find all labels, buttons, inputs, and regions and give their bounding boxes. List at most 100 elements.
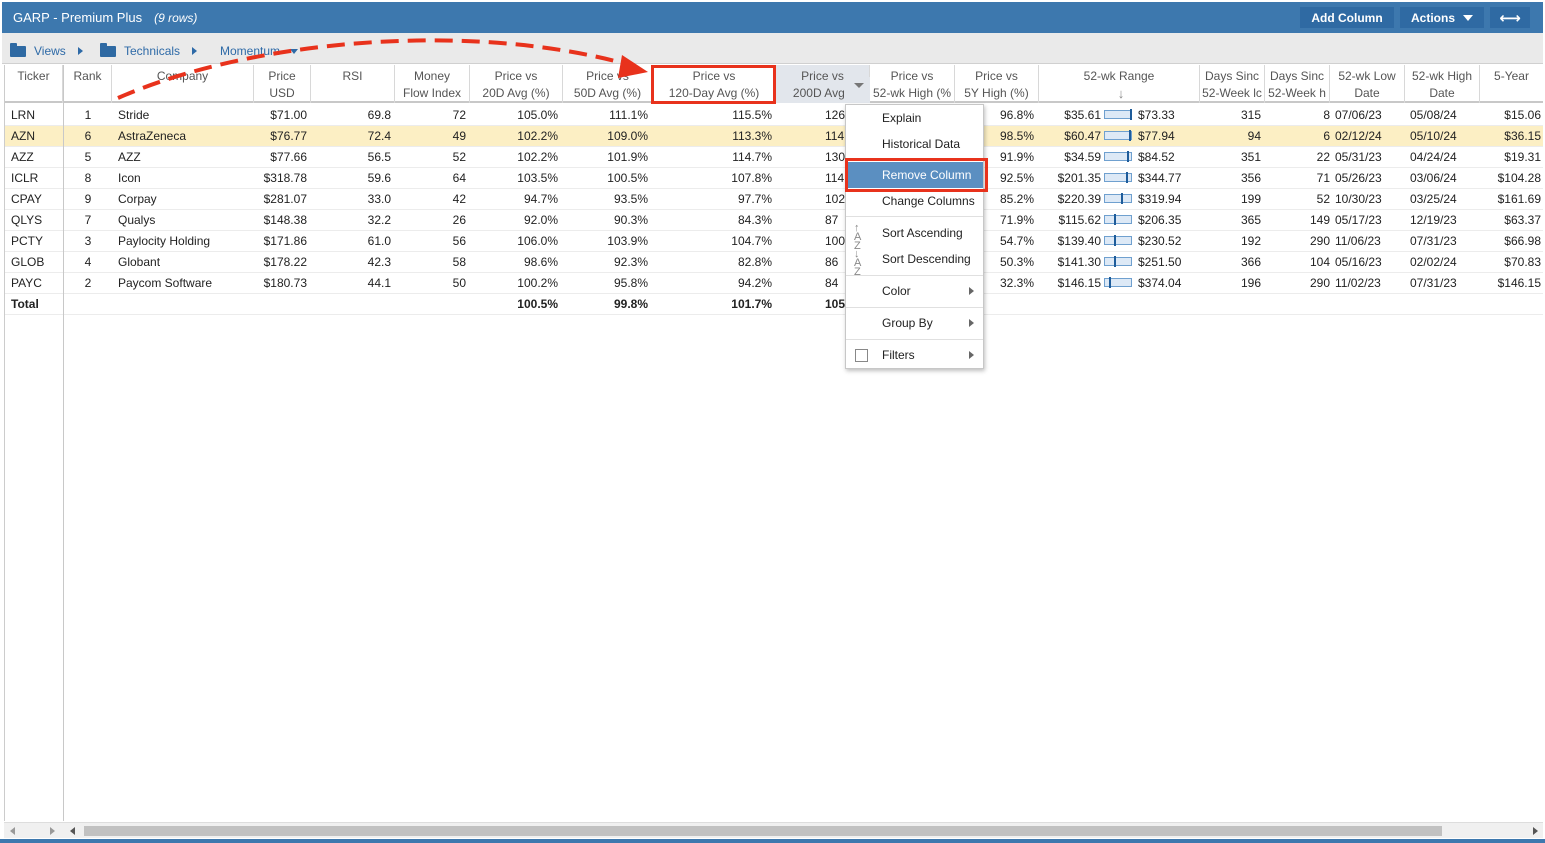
column-header[interactable]: Price vs 52-wk High (% (870, 65, 955, 103)
column-header[interactable]: Days Sinc 52-Week h (1265, 65, 1330, 103)
menu-item-color[interactable]: Color (846, 278, 983, 304)
cell-company: Paylocity Holding (118, 234, 211, 248)
cell-days-low: 94 (1247, 129, 1261, 143)
table-row[interactable]: AZN 6 AstraZeneca $76.77 72.4 49 102.2% 109.0% 1… (5, 126, 1543, 147)
cell-rsi: 69.8 (367, 108, 391, 122)
data-grid: Ticker Rank Company Price USD RSI Money Flow In… (4, 65, 1543, 821)
cell-days-high: 290 (1309, 276, 1330, 290)
column-header[interactable]: Company (112, 65, 254, 103)
menu-item-sort-ascending[interactable]: ↑ A Z Sort Ascending (846, 220, 983, 252)
cell-rank: 7 (84, 213, 92, 227)
cell-p50: 109.0% (607, 129, 648, 143)
menu-item-sort-descending[interactable]: ↓ A Z Sort Descending (846, 246, 983, 278)
column-header[interactable]: Price vs 120-Day Avg (%) (653, 65, 776, 103)
scroll-left-icon[interactable] (70, 827, 75, 835)
cell-rsi: 33.0 (367, 192, 391, 206)
scrollbar-thumb[interactable] (84, 826, 1442, 836)
cell-mfi: 50 (452, 276, 466, 290)
breadcrumb-views[interactable]: Views (10, 42, 83, 58)
cell-high-date: 05/10/24 (1410, 129, 1457, 143)
range-bar (1104, 130, 1132, 141)
menu-item-remove-column[interactable]: Remove Column (846, 162, 983, 188)
range-marker (1127, 151, 1129, 162)
column-header[interactable]: Days Sinc 52-Week lc (1200, 65, 1265, 103)
scroll-right-icon[interactable] (1533, 827, 1538, 835)
breadcrumb-technicals-label: Technicals (124, 44, 181, 58)
cell-price: $71.00 (270, 108, 307, 122)
cell-high-date: 04/24/24 (1410, 150, 1457, 164)
column-header[interactable]: Price USD (254, 65, 311, 103)
cell-days-low: 199 (1240, 192, 1261, 206)
menu-item-filters-label: Filters (882, 348, 915, 362)
column-header[interactable]: 52-wk Low Date (1330, 65, 1405, 103)
add-column-button[interactable]: Add Column (1300, 7, 1394, 28)
cell-company: Qualys (118, 213, 156, 227)
cell-days-high: 290 (1309, 234, 1330, 248)
column-header[interactable]: Price vs 5Y High (%) (955, 65, 1039, 103)
cell-rsi: 59.6 (367, 171, 391, 185)
menu-item-historical-data[interactable]: Historical Data (846, 131, 983, 157)
cell-ticker: AZN (11, 129, 35, 143)
cell-rsi: 56.5 (367, 150, 391, 164)
column-header-sublabel: Date (1354, 86, 1380, 100)
sort-descending-icon: ↓ A Z (854, 248, 862, 278)
cell-ticker: PCTY (11, 234, 44, 248)
table-row[interactable]: GLOB 4 Globant $178.22 42.3 58 98.6% 92.3% 82.8%… (5, 252, 1543, 273)
column-header[interactable]: 52-wk High Date (1405, 65, 1480, 103)
menu-separator (846, 339, 983, 340)
menu-item-group-by[interactable]: Group By (846, 310, 983, 336)
column-header[interactable]: RSI (311, 65, 395, 103)
breadcrumb: Views Technicals Momentum (2, 33, 1543, 64)
cell-total-p120: 101.7% (731, 297, 772, 311)
column-header[interactable]: Price vs 20D Avg (%) (470, 65, 563, 103)
table-row[interactable]: QLYS 7 Qualys $148.38 32.2 26 92.0% 90.3% 84.3% 8… (5, 210, 1543, 231)
expand-horizontal-icon[interactable]: ⟷ (1490, 7, 1530, 28)
menu-item-explain[interactable]: Explain (846, 105, 983, 131)
cell-company: AZZ (118, 150, 141, 164)
column-header[interactable]: Rank (64, 65, 112, 103)
range-bar (1104, 214, 1132, 225)
actions-button[interactable]: Actions (1400, 7, 1484, 28)
table-total-row: Total 100.5% 99.8% 101.7% 105 (5, 294, 1543, 315)
cell-p50: 92.3% (613, 255, 648, 269)
column-header-label: Price vs (494, 69, 538, 83)
range-bar (1104, 172, 1132, 183)
scroll-left-icon[interactable] (10, 827, 15, 835)
table-row[interactable]: LRN 1 Stride $71.00 69.8 72 105.0% 111.1% 115.5%… (5, 105, 1543, 126)
table-row[interactable]: ICLR 8 Icon $318.78 59.6 64 103.5% 100.5% 107.8%… (5, 168, 1543, 189)
table-row[interactable]: PAYC 2 Paycom Software $180.73 44.1 50 100.2% 9… (5, 273, 1543, 294)
cell-five-year: $36.15 (1504, 129, 1541, 143)
range-bar (1104, 109, 1132, 120)
scroll-right-icon[interactable] (50, 827, 55, 835)
column-header-label: Money (413, 69, 451, 83)
column-header[interactable]: Money Flow Index (395, 65, 470, 103)
menu-item-change-columns[interactable]: Change Columns (846, 188, 983, 214)
breadcrumb-technicals[interactable]: Technicals (100, 42, 198, 58)
column-header-sublabel: 120-Day Avg (%) (668, 86, 760, 100)
cell-low-date: 10/30/23 (1335, 192, 1382, 206)
column-header-label: Price (268, 69, 296, 83)
column-header-label: Price vs (692, 69, 736, 83)
chevron-down-icon (854, 83, 864, 88)
window-bottom-border (0, 839, 1545, 843)
column-header-label: 52-wk High (1411, 69, 1473, 83)
row-count: (9 rows) (154, 10, 198, 25)
cell-price: $77.66 (270, 150, 307, 164)
cell-company: Corpay (118, 192, 157, 206)
menu-item-filters[interactable]: Filters (846, 342, 983, 368)
column-header-label: Days Sinc (1204, 69, 1260, 83)
table-row[interactable]: AZZ 5 AZZ $77.66 56.5 52 102.2% 101.9% 114.7% 130… (5, 147, 1543, 168)
column-header[interactable]: 52-wk Range ↓ (1039, 65, 1200, 103)
table-row[interactable]: CPAY 9 Corpay $281.07 33.0 42 94.7% 93.5% 97.7% 1… (5, 189, 1543, 210)
column-header[interactable]: 5-Year (1480, 65, 1543, 103)
cell-p50: 111.1% (609, 108, 648, 122)
column-header[interactable]: Price vs 50D Avg (%) (563, 65, 653, 103)
horizontal-scrollbar[interactable] (4, 822, 1543, 838)
table-row[interactable]: PCTY 3 Paylocity Holding $171.86 61.0 56 106.0… (5, 231, 1543, 252)
column-menu-dropdown[interactable] (848, 77, 870, 103)
breadcrumb-momentum[interactable]: Momentum (220, 44, 299, 58)
menu-item-historical-data-label: Historical Data (882, 137, 961, 151)
menu-item-explain-label: Explain (882, 111, 922, 125)
range-bar (1104, 151, 1132, 162)
column-header[interactable]: Ticker (5, 65, 63, 103)
